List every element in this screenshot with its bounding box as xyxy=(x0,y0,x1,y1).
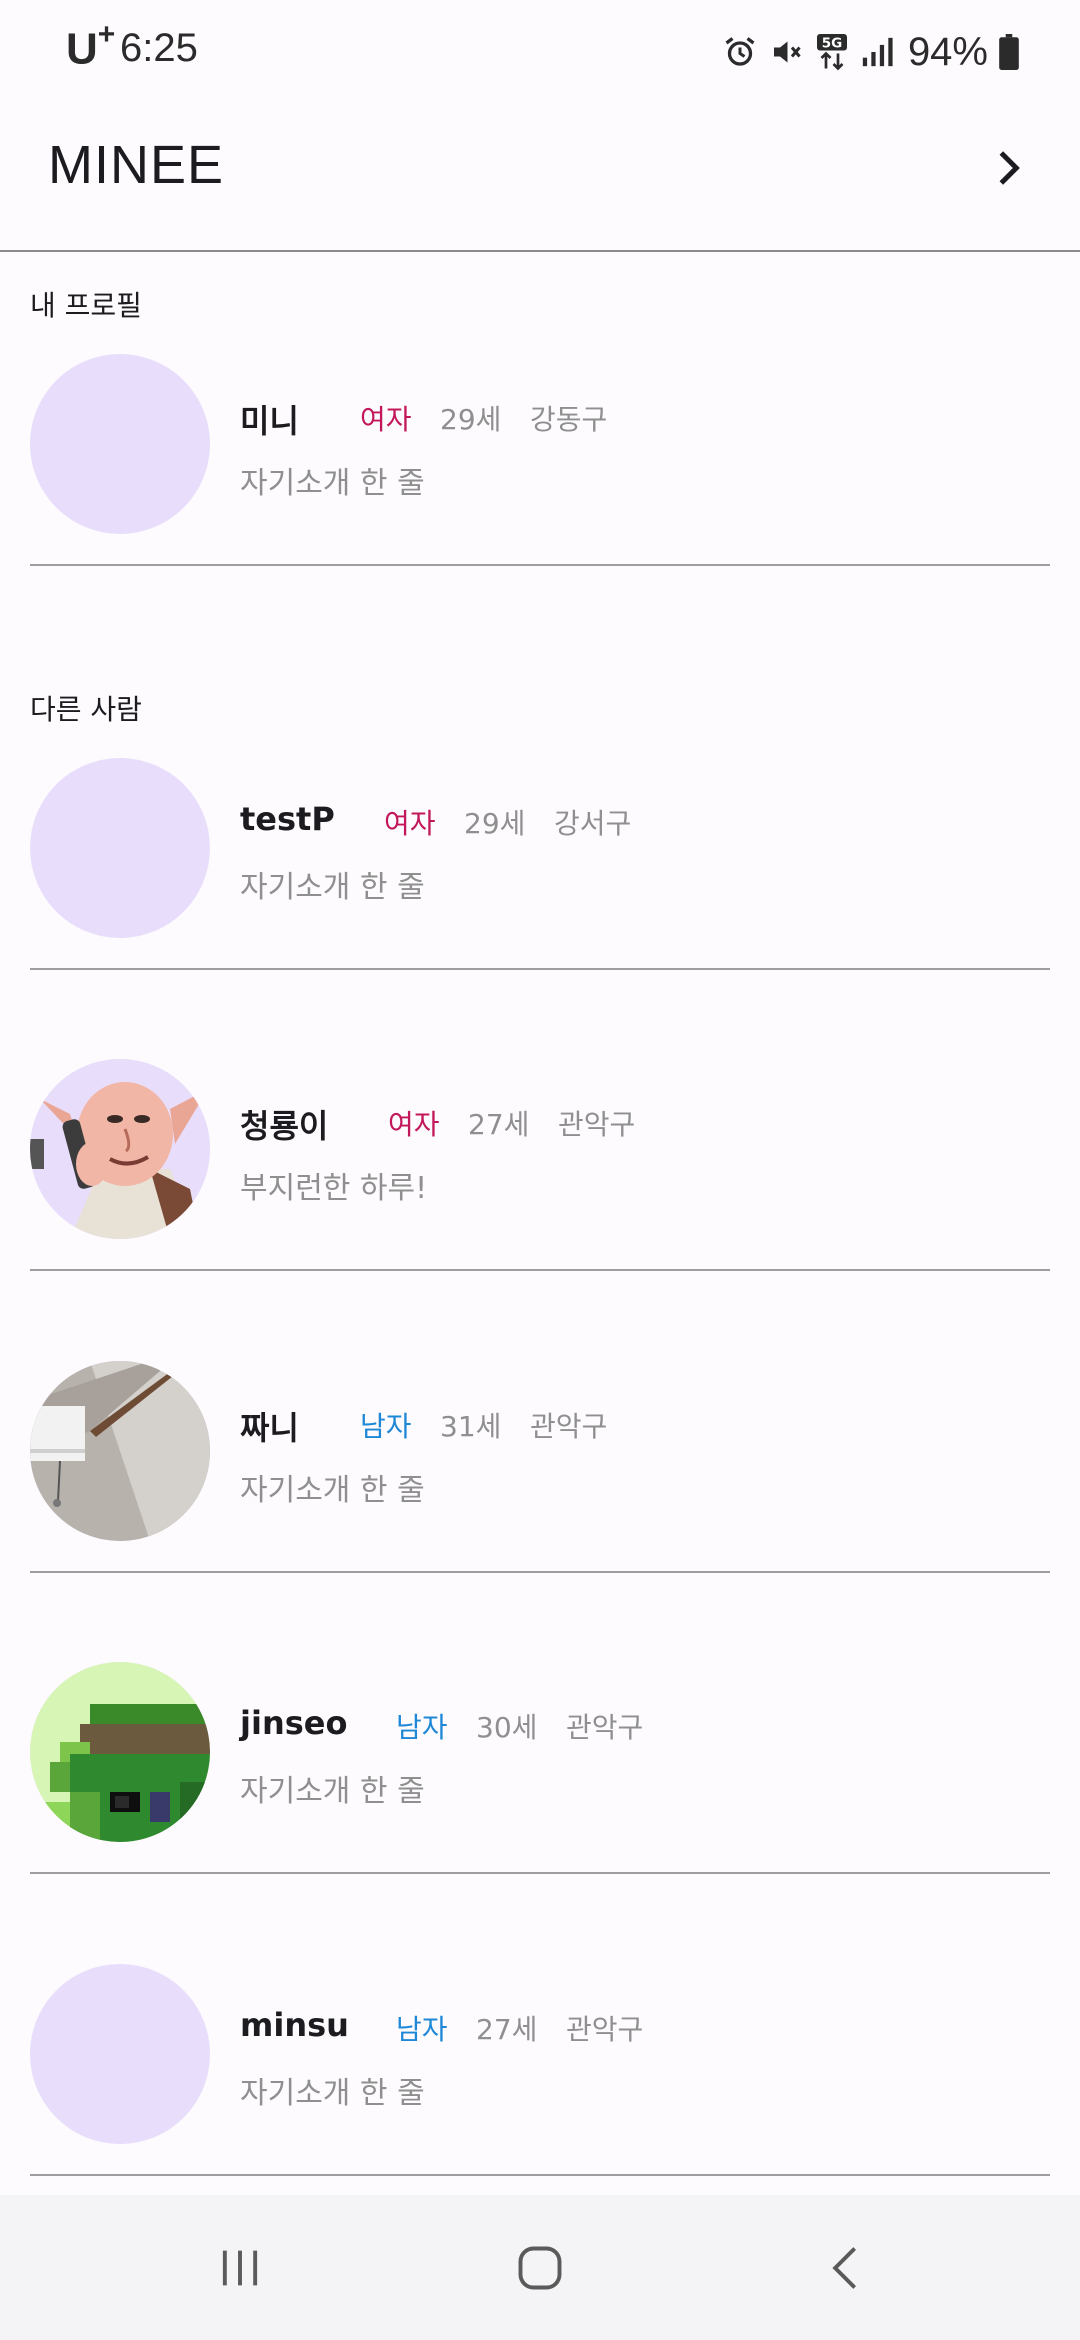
forward-button[interactable] xyxy=(968,130,1048,210)
user-gender: 여자 xyxy=(388,1108,440,1141)
battery-percent: 94% xyxy=(907,29,988,74)
list-item[interactable]: 짜니 남자 31세 관악구 자기소개 한 줄 xyxy=(30,1361,1050,1573)
avatar xyxy=(30,1059,210,1239)
signal-icon xyxy=(860,35,894,69)
user-gender: 여자 xyxy=(384,807,436,840)
my-profile-section-label: 내 프로필 xyxy=(30,289,142,322)
home-icon xyxy=(514,2242,566,2298)
home-button[interactable] xyxy=(500,2230,580,2310)
status-icons: 5G 94% xyxy=(722,28,1020,76)
user-age: 29세 xyxy=(440,403,502,436)
status-time: 6:25 xyxy=(120,26,198,70)
user-district: 강동구 xyxy=(530,403,608,436)
user-name: 청룡이 xyxy=(240,1107,329,1145)
chevron-right-icon xyxy=(988,148,1028,192)
recent-apps-icon xyxy=(214,2242,266,2298)
user-age: 27세 xyxy=(468,1108,530,1141)
user-name: 미니 xyxy=(240,402,299,440)
list-item[interactable]: testP 여자 29세 강서구 자기소개 한 줄 xyxy=(30,758,1050,970)
carrier-label: U+ xyxy=(66,18,116,74)
user-intro: 부지런한 하루! xyxy=(240,1171,428,1206)
user-age: 29세 xyxy=(464,807,526,840)
user-name: jinseo xyxy=(240,1704,348,1742)
list-item[interactable]: minsu 남자 27세 관악구 자기소개 한 줄 xyxy=(30,1964,1050,2176)
user-intro: 자기소개 한 줄 xyxy=(240,2076,425,2111)
user-name: testP xyxy=(240,800,335,838)
air-conditioner-photo xyxy=(30,1361,210,1541)
user-intro: 자기소개 한 줄 xyxy=(240,1774,425,1809)
user-name: minsu xyxy=(240,2006,349,2044)
user-district: 관악구 xyxy=(530,1410,608,1443)
recent-apps-button[interactable] xyxy=(200,2230,280,2310)
user-district: 관악구 xyxy=(566,1711,644,1744)
avatar xyxy=(30,1964,210,2144)
pixel-art-photo xyxy=(30,1662,210,1842)
avatar xyxy=(30,758,210,938)
app-bar: MINEE xyxy=(0,100,1080,252)
svg-text:5G: 5G xyxy=(822,36,842,52)
cartoon-elf-photo xyxy=(30,1059,210,1239)
user-district: 관악구 xyxy=(566,2013,644,2046)
others-section-label: 다른 사람 xyxy=(30,693,142,726)
user-age: 31세 xyxy=(440,1410,502,1443)
user-gender: 남자 xyxy=(396,2013,448,2046)
user-district: 강서구 xyxy=(554,807,632,840)
user-intro: 자기소개 한 줄 xyxy=(240,1473,425,1508)
avatar xyxy=(30,1361,210,1541)
user-district: 관악구 xyxy=(558,1108,636,1141)
user-age: 27세 xyxy=(476,2013,538,2046)
status-bar: U+ 6:25 5G 94% xyxy=(0,0,1080,100)
battery-icon xyxy=(998,34,1020,70)
alarm-icon xyxy=(722,34,758,70)
user-gender: 여자 xyxy=(360,403,412,436)
user-gender: 남자 xyxy=(396,1711,448,1744)
app-title: MINEE xyxy=(48,135,225,195)
5g-data-icon: 5G xyxy=(814,32,850,72)
avatar xyxy=(30,1662,210,1842)
avatar xyxy=(30,354,210,534)
user-name: 짜니 xyxy=(240,1409,299,1447)
back-icon xyxy=(820,2242,872,2298)
system-nav-bar xyxy=(0,2195,1080,2340)
user-intro: 자기소개 한 줄 xyxy=(240,466,425,501)
user-intro: 자기소개 한 줄 xyxy=(240,870,425,905)
back-button[interactable] xyxy=(806,2230,886,2310)
mute-icon xyxy=(768,34,804,70)
user-age: 30세 xyxy=(476,1711,538,1744)
list-item[interactable]: jinseo 남자 30세 관악구 자기소개 한 줄 xyxy=(30,1662,1050,1874)
user-gender: 남자 xyxy=(360,1410,412,1443)
my-profile-row[interactable]: 미니 여자 29세 강동구 자기소개 한 줄 xyxy=(30,354,1050,566)
list-item[interactable]: 청룡이 여자 27세 관악구 부지런한 하루! xyxy=(30,1059,1050,1271)
